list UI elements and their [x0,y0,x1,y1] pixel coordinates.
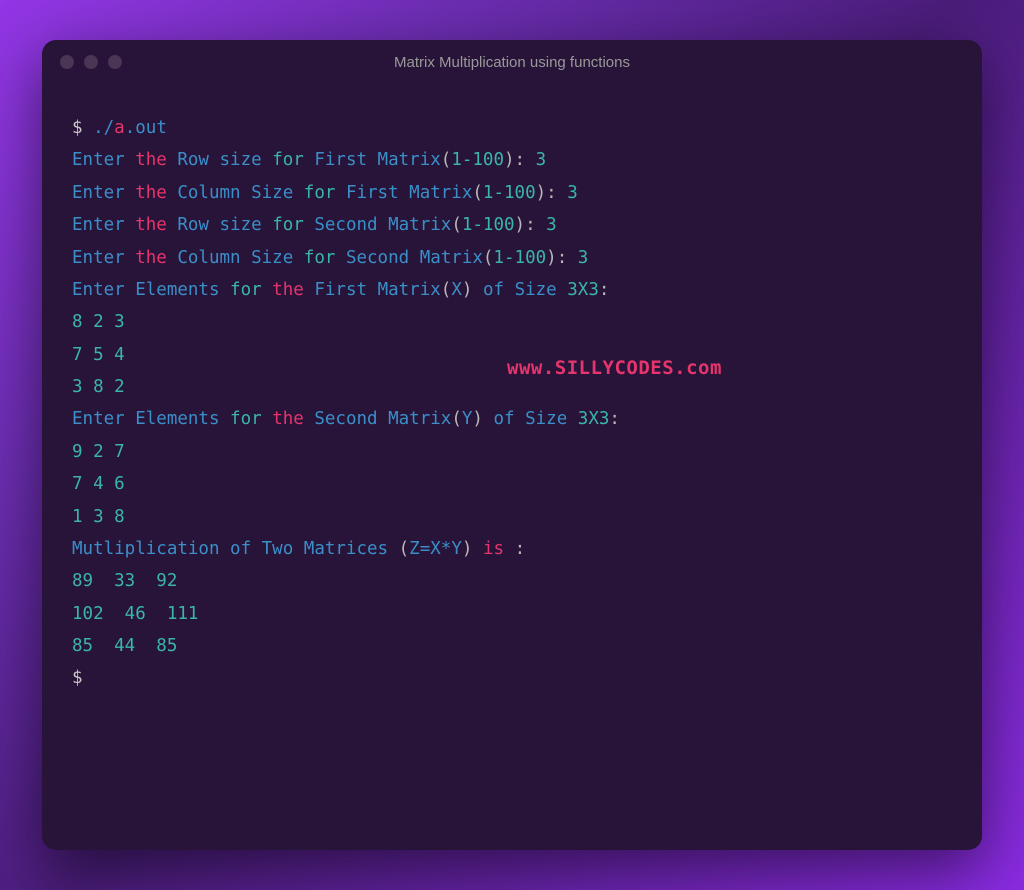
matrix-row: 8 2 3 [72,306,952,338]
output-line: Enter the Column Size for First Matrix(1… [72,177,952,209]
command-line: $ ./a.out [72,112,952,144]
minimize-icon[interactable] [84,55,98,69]
title-bar: Matrix Multiplication using functions [42,40,982,84]
result-row: 89 33 92 [72,565,952,597]
output-line: Enter the Row size for First Matrix(1-10… [72,144,952,176]
traffic-lights [60,55,122,69]
output-line: Mutliplication of Two Matrices (Z=X*Y) i… [72,533,952,565]
prompt-symbol: $ [72,668,93,688]
matrix-row: 7 4 6 [72,468,952,500]
terminal-window: Matrix Multiplication using functions $ … [42,40,982,850]
result-row: 102 46 111 [72,598,952,630]
maximize-icon[interactable] [108,55,122,69]
prompt-line: $ [72,662,952,694]
close-icon[interactable] [60,55,74,69]
terminal-body[interactable]: $ ./a.out Enter the Row size for First M… [42,84,982,850]
matrix-row: 9 2 7 [72,436,952,468]
output-line: Enter Elements for the First Matrix(X) o… [72,274,952,306]
result-row: 85 44 85 [72,630,952,662]
output-line: Enter Elements for the Second Matrix(Y) … [72,403,952,435]
watermark-text: www.SILLYCODES.com [507,351,722,386]
window-title: Matrix Multiplication using functions [42,54,982,71]
matrix-row: 1 3 8 [72,501,952,533]
output-line: Enter the Column Size for Second Matrix(… [72,242,952,274]
output-line: Enter the Row size for Second Matrix(1-1… [72,209,952,241]
prompt-symbol: $ [72,118,93,138]
